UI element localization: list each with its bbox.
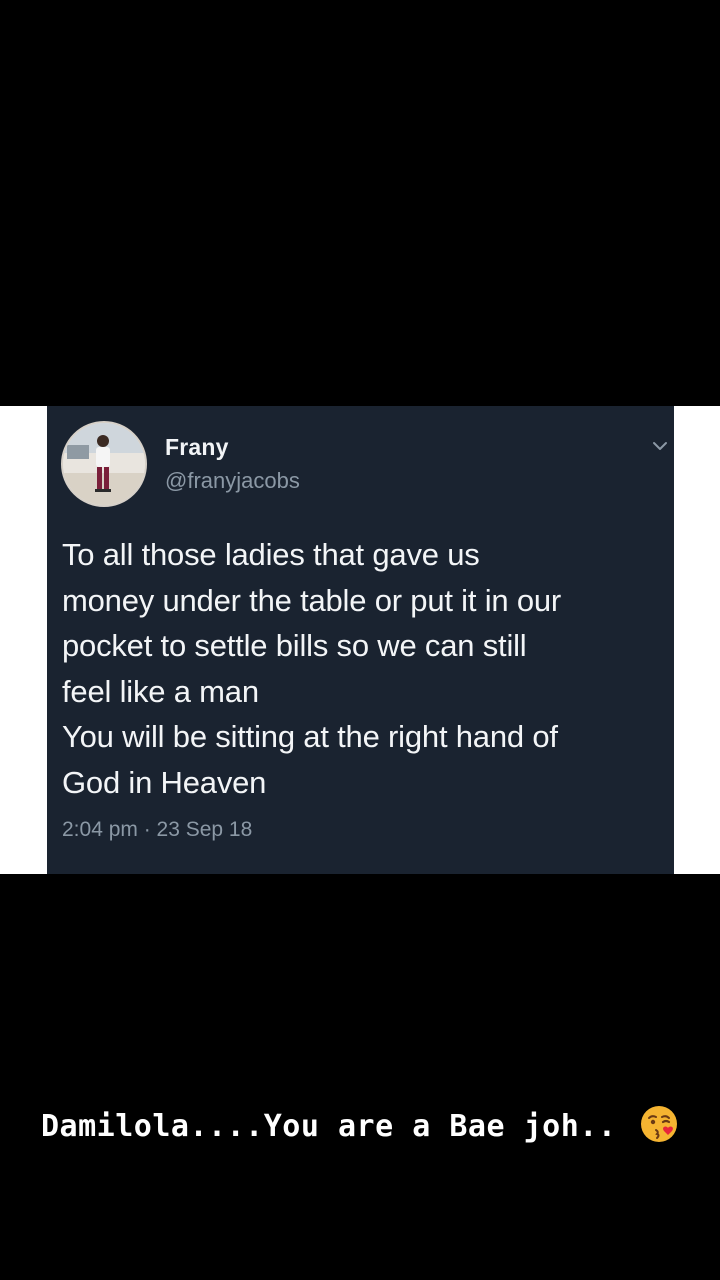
tweet-text-line: feel like a man xyxy=(62,673,259,709)
avatar[interactable] xyxy=(61,421,147,507)
status-caption: Damilola....You are a Bae joh.. xyxy=(0,1104,720,1144)
tweet-screenshot-image: Frany @franyjacobs To all those ladies t… xyxy=(0,406,720,874)
tweet-text-line: God in Heaven xyxy=(62,764,267,800)
user-handle[interactable]: @franyjacobs xyxy=(165,468,300,494)
caption-text: Damilola....You are a Bae joh.. xyxy=(41,1109,617,1144)
tweet-text-line: To all those ladies that gave us xyxy=(62,537,480,572)
tweet-card: Frany @franyjacobs To all those ladies t… xyxy=(47,406,674,874)
tweet-text-line: pocket to settle bills so we can still xyxy=(62,628,527,663)
tweet-timestamp[interactable]: 2:04 pm · 23 Sep 18 xyxy=(62,818,252,842)
tweet-text-line: money under the table or put it in our xyxy=(62,582,562,618)
display-name[interactable]: Frany xyxy=(165,434,229,461)
chevron-down-icon[interactable] xyxy=(650,436,670,456)
face-blowing-kiss-icon xyxy=(640,1106,677,1142)
tweet-text-line: You will be sitting at the right hand of xyxy=(62,719,558,754)
tweet-text: To all those ladies that gave us money u… xyxy=(62,532,666,805)
avatar-photo xyxy=(63,423,145,505)
